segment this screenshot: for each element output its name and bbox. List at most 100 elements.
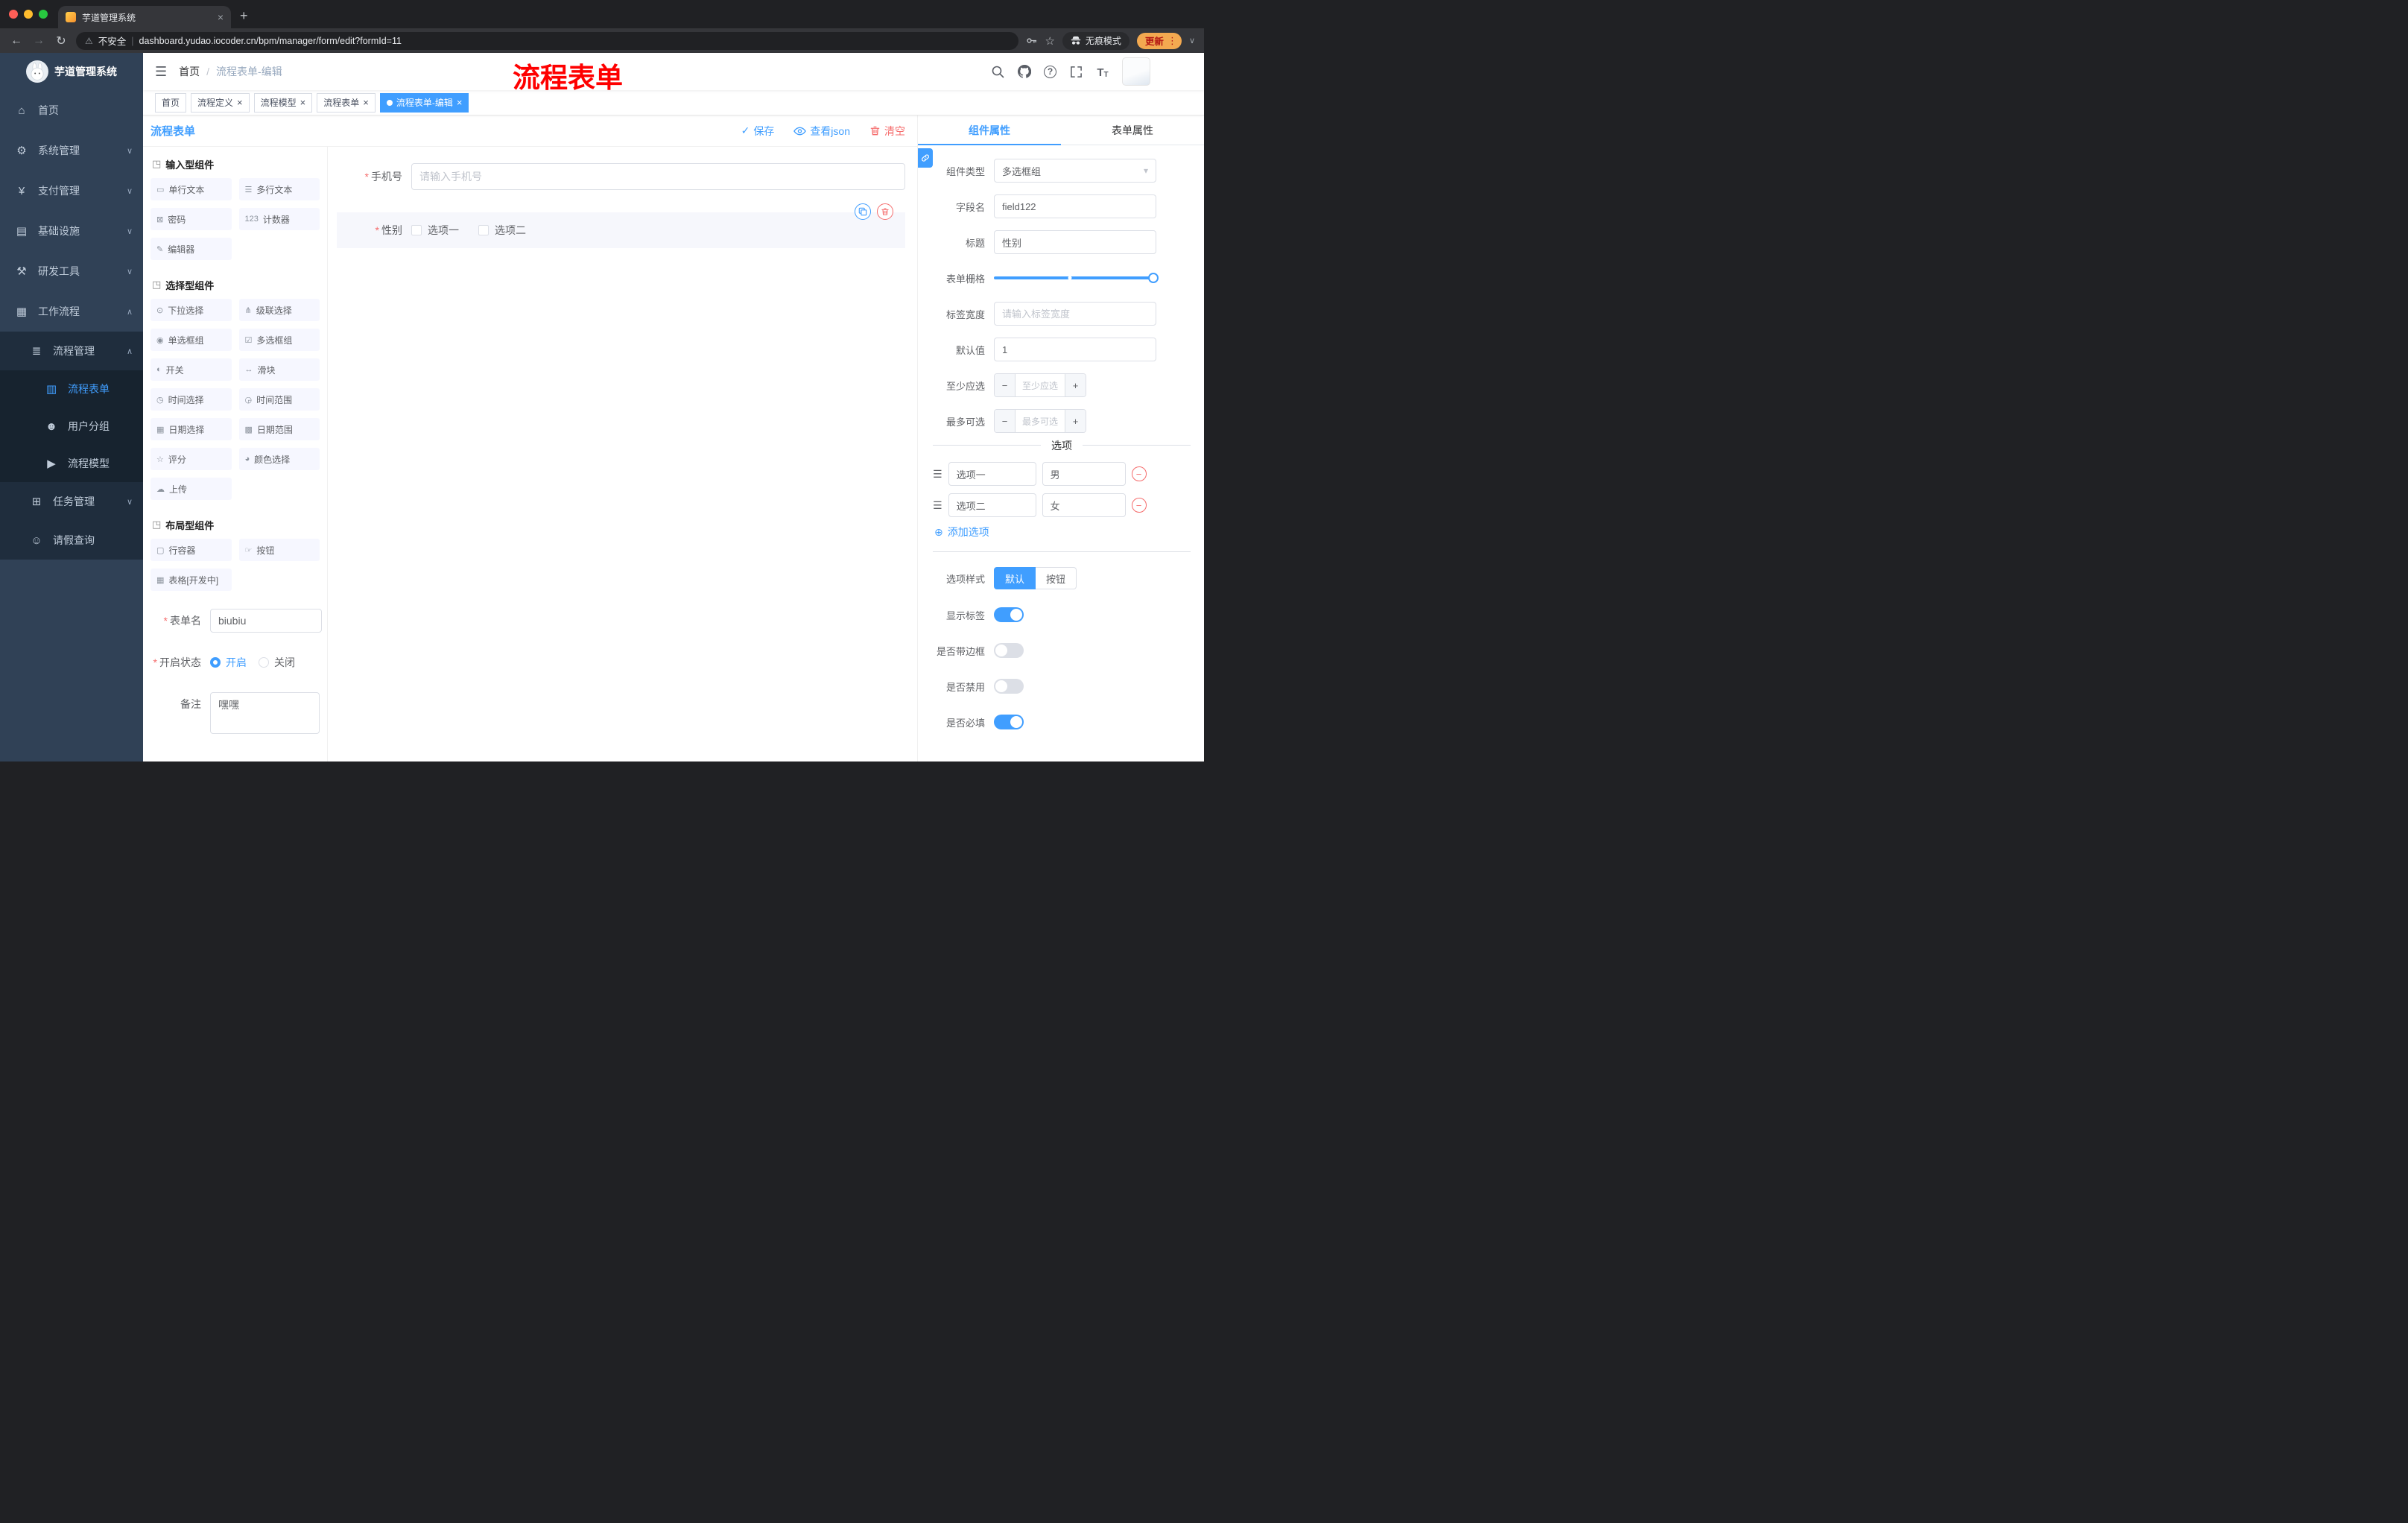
sidebar-item-task-management[interactable]: ⊞ 任务管理 ∨	[0, 482, 143, 521]
decrease-button[interactable]: −	[995, 410, 1016, 432]
status-off-radio[interactable]	[259, 657, 269, 668]
sidebar-item-system[interactable]: ⚙ 系统管理 ∨	[0, 130, 143, 171]
component-type-select[interactable]: 多选框组 ▾	[994, 159, 1156, 183]
title-input[interactable]	[994, 230, 1156, 254]
default-value-input[interactable]	[994, 338, 1156, 361]
palette-item[interactable]: ☆ 评分	[150, 448, 232, 470]
option-value-input[interactable]	[1042, 493, 1126, 517]
palette-item[interactable]: ▢ 行容器	[150, 539, 232, 561]
minimize-window-button[interactable]	[24, 10, 33, 19]
gender-field-row[interactable]: * 性别 选项一 选项二	[337, 203, 905, 248]
palette-item[interactable]: ☁ 上传	[150, 478, 232, 500]
url-text[interactable]: dashboard.yudao.iocoder.cn/bpm/manager/f…	[139, 36, 402, 46]
update-button[interactable]: 更新 ⋮	[1136, 32, 1182, 49]
palette-item[interactable]: ⊙ 下拉选择	[150, 299, 232, 321]
close-icon[interactable]: ×	[237, 98, 243, 107]
sidebar-item-process-form[interactable]: ▥ 流程表单	[0, 370, 143, 408]
palette-item[interactable]: ▦ 日期选择	[150, 418, 232, 440]
palette-item[interactable]: ◐ 开关	[150, 358, 232, 381]
show-label-switch[interactable]	[994, 607, 1024, 622]
sidebar-item-leave-query[interactable]: ☺ 请假查询	[0, 521, 143, 560]
security-label[interactable]: 不安全	[98, 34, 127, 48]
increase-button[interactable]: +	[1065, 374, 1086, 396]
fullscreen-icon[interactable]	[1068, 64, 1083, 79]
reload-button[interactable]: ↻	[54, 34, 69, 48]
palette-item[interactable]: ☑ 多选框组	[238, 329, 320, 351]
tag-process-form-edit[interactable]: 流程表单-编辑 ×	[379, 92, 469, 113]
palette-item[interactable]: ↔ 滑块	[238, 358, 320, 381]
sidebar-item-devtools[interactable]: ⚒ 研发工具 ∨	[0, 251, 143, 291]
browser-menu-icon[interactable]: ⋮	[1167, 35, 1177, 47]
status-off-label[interactable]: 关闭	[274, 655, 295, 670]
copy-component-button[interactable]	[855, 203, 871, 220]
bookmark-star-icon[interactable]: ☆	[1045, 34, 1054, 48]
sidebar-logo[interactable]: 芋道管理系统	[0, 53, 143, 90]
option2-label[interactable]: 选项二	[495, 223, 526, 238]
increase-button[interactable]: +	[1065, 410, 1086, 432]
label-width-input[interactable]	[994, 302, 1156, 326]
tab-form-props[interactable]: 表单属性	[1061, 115, 1204, 145]
tab-component-props[interactable]: 组件属性	[918, 115, 1061, 145]
sidebar-item-user-group[interactable]: ☻ 用户分组	[0, 408, 143, 445]
disabled-switch[interactable]	[994, 679, 1024, 694]
palette-item[interactable]: 123 计数器	[238, 208, 320, 230]
palette-item[interactable]: ☞ 按钮	[238, 539, 320, 561]
sidebar-item-process-model[interactable]: ▶ 流程模型	[0, 445, 143, 482]
add-option-button[interactable]: ⊕ 添加选项	[934, 525, 1191, 539]
tag-process-form[interactable]: 流程表单 ×	[317, 92, 376, 113]
option1-label[interactable]: 选项一	[428, 223, 459, 238]
new-tab-button[interactable]: +	[240, 8, 248, 24]
zoom-window-button[interactable]	[39, 10, 48, 19]
phone-field-row[interactable]: * 手机号	[337, 163, 905, 190]
tag-process-model[interactable]: 流程模型 ×	[253, 92, 313, 113]
help-icon[interactable]: ?	[1044, 65, 1056, 78]
status-on-label[interactable]: 开启	[226, 655, 247, 670]
palette-item[interactable]: ▭ 单行文本	[150, 178, 232, 200]
drag-handle-icon[interactable]: ☰	[933, 499, 942, 512]
required-switch[interactable]	[994, 715, 1024, 729]
password-key-icon[interactable]	[1026, 35, 1037, 46]
stepper-placeholder[interactable]: 至少应选	[1016, 374, 1065, 396]
hamburger-icon[interactable]: ☰	[143, 64, 179, 80]
back-button[interactable]: ←	[9, 34, 24, 48]
grid-slider[interactable]	[994, 266, 1159, 290]
palette-item[interactable]: ✎ 编辑器	[150, 238, 232, 260]
style-default-button[interactable]: 默认	[994, 567, 1036, 589]
user-avatar[interactable]	[1122, 57, 1150, 86]
palette-item[interactable]: ⊠ 密码	[150, 208, 232, 230]
tag-process-definition[interactable]: 流程定义 ×	[191, 92, 250, 113]
drag-handle-icon[interactable]: ☰	[933, 468, 942, 481]
browser-tab[interactable]: 芋道管理系统 ×	[58, 6, 231, 28]
sidebar-item-process-management[interactable]: ≣ 流程管理 ∧	[0, 332, 143, 370]
option2-checkbox[interactable]	[478, 225, 489, 235]
github-icon[interactable]	[1017, 64, 1032, 79]
palette-item[interactable]: ◶ 时间范围	[238, 388, 320, 411]
clear-button[interactable]: 清空	[869, 124, 905, 139]
palette-item[interactable]: ☰ 多行文本	[238, 178, 320, 200]
form-canvas[interactable]: *手机号 *性别 选项一 选项二	[328, 147, 917, 762]
palette-item[interactable]: ◉ 单选框组	[150, 329, 232, 351]
field-name-input[interactable]	[994, 194, 1156, 218]
style-button-button[interactable]: 按钮	[1036, 567, 1077, 589]
decrease-button[interactable]: −	[995, 374, 1016, 396]
link-badge[interactable]	[918, 148, 933, 168]
font-size-icon[interactable]: TT	[1095, 64, 1110, 79]
remove-option-button[interactable]: −	[1131, 498, 1147, 513]
slider-handle[interactable]	[1148, 273, 1159, 283]
palette-item[interactable]: ◷ 时间选择	[150, 388, 232, 411]
sidebar-item-home[interactable]: ⌂ 首页	[0, 90, 143, 130]
option-name-input[interactable]	[948, 462, 1036, 486]
close-icon[interactable]: ×	[457, 98, 463, 107]
palette-item[interactable]: ▩ 日期范围	[238, 418, 320, 440]
sidebar-item-workflow[interactable]: ▦ 工作流程 ∧	[0, 291, 143, 332]
option1-checkbox[interactable]	[411, 225, 422, 235]
breadcrumb-home[interactable]: 首页	[179, 64, 200, 79]
status-on-radio[interactable]	[210, 657, 221, 668]
option-value-input[interactable]	[1042, 462, 1126, 486]
palette-item[interactable]: ◕ 颜色选择	[238, 448, 320, 470]
border-switch[interactable]	[994, 643, 1024, 658]
tag-home[interactable]: 首页	[155, 92, 187, 113]
remark-textarea[interactable]: 嘿嘿	[210, 692, 320, 734]
close-icon[interactable]: ×	[300, 98, 306, 107]
forward-button[interactable]: →	[31, 34, 46, 48]
